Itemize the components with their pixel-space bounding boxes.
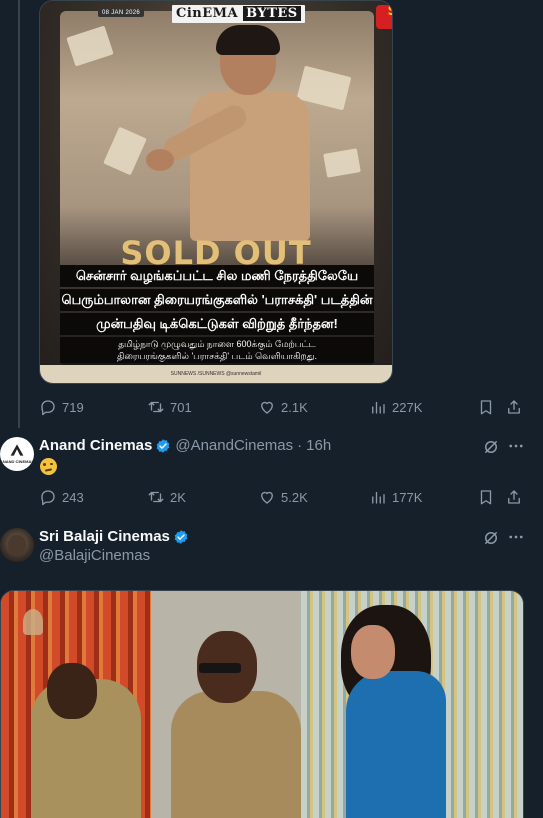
poster-text-line-2: பெரும்பாலான திரையரங்குகளில் 'பராசக்தி' ப… xyxy=(60,289,374,311)
author-name[interactable]: Anand Cinemas xyxy=(39,437,152,454)
tweet-image-movie-still[interactable] xyxy=(0,590,524,818)
sunglasses xyxy=(199,663,241,673)
tweet-actions: 719 701 2.1K 227K xyxy=(39,397,529,417)
avatar-text: ANAND CINEMAS xyxy=(0,459,34,464)
watermark-logo xyxy=(23,609,43,635)
verified-badge-icon xyxy=(174,529,188,544)
anand-logo-icon xyxy=(10,444,24,456)
avatar-face xyxy=(8,535,26,555)
views-button[interactable]: 177K xyxy=(369,488,422,506)
actor-left-head xyxy=(47,663,97,719)
share-icon xyxy=(508,400,520,414)
heart-icon xyxy=(261,491,273,504)
actress-face xyxy=(351,625,395,679)
raised-eyebrow-emoji-icon xyxy=(40,458,57,475)
views-count: 227K xyxy=(392,399,423,415)
reply-button[interactable]: 243 xyxy=(39,488,84,506)
bookmark-icon xyxy=(480,400,492,415)
author-name[interactable]: Sri Balaji Cinemas xyxy=(39,528,170,545)
sun-news-logo: SUN NEWS xyxy=(376,5,392,29)
tweet-time[interactable]: 16h xyxy=(306,437,331,454)
tweet-header: Anand Cinemas @AnandCinemas · 16h xyxy=(39,437,331,454)
like-count: 5.2K xyxy=(281,489,308,505)
grok-icon[interactable] xyxy=(482,438,500,456)
actress-saree xyxy=(346,671,446,818)
share-button[interactable] xyxy=(505,398,523,416)
retweet-button[interactable]: 701 xyxy=(147,398,192,416)
bookmark-icon xyxy=(480,490,492,505)
actor-center xyxy=(171,691,301,818)
more-options-icon[interactable] xyxy=(507,528,525,546)
tweet-actions: 243 2K 5.2K 177K xyxy=(39,487,529,507)
like-button[interactable]: 5.2K xyxy=(258,488,308,506)
retweet-icon xyxy=(148,401,164,413)
reply-count: 719 xyxy=(62,399,84,415)
poster-text-line-3: முன்பதிவு டிக்கெட்டுகள் விற்றுத் தீர்ந்த… xyxy=(60,313,374,335)
retweet-button[interactable]: 2K xyxy=(147,488,186,506)
flying-paper xyxy=(103,126,147,176)
reply-count: 243 xyxy=(62,489,84,505)
reply-button[interactable]: 719 xyxy=(39,398,84,416)
author-handle[interactable]: @AnandCinemas xyxy=(175,437,293,454)
poster-text-line-4: தமிழ்நாடு முழுவதும் நாளை 600க்கும் மேற்ப… xyxy=(60,337,374,363)
bookmark-button[interactable] xyxy=(477,398,495,416)
verified-badge-icon xyxy=(157,438,170,453)
share-button[interactable] xyxy=(505,488,523,506)
views-count: 177K xyxy=(392,489,423,505)
views-button[interactable]: 227K xyxy=(369,398,422,416)
reply-icon xyxy=(41,490,55,506)
poster-footer: SUNNEWS /SUNNEWS @sunnewstamil xyxy=(40,365,392,383)
views-icon xyxy=(372,401,385,414)
retweet-count: 701 xyxy=(170,399,192,415)
tweet-image-poster[interactable]: 08 JAN 2026 CinEMA BYTES SUN NEWS SOLD O… xyxy=(39,0,393,384)
like-button[interactable]: 2.1K xyxy=(258,398,308,416)
reply-icon xyxy=(41,400,55,416)
flying-paper xyxy=(323,148,361,178)
date-badge: 08 JAN 2026 xyxy=(98,9,144,17)
author-handle[interactable]: @BalajiCinemas xyxy=(39,547,150,564)
bookmark-button[interactable] xyxy=(477,488,495,506)
flying-paper xyxy=(66,25,114,67)
cinema-bytes-logo: CinEMA BYTES xyxy=(172,5,305,23)
poster-text-line-1: சென்சார் வழங்கப்பட்ட சில மணி நேரத்திலேயே xyxy=(60,265,374,287)
share-icon xyxy=(508,490,520,504)
avatar-sri-balaji-cinemas[interactable] xyxy=(0,528,34,562)
retweet-count: 2K xyxy=(170,489,186,505)
grok-icon[interactable] xyxy=(482,529,500,547)
heart-icon xyxy=(261,401,273,414)
like-count: 2.1K xyxy=(281,399,308,415)
more-options-icon[interactable] xyxy=(507,437,525,455)
tweet-header: Sri Balaji Cinemas xyxy=(39,528,189,545)
separator-dot: · xyxy=(297,437,303,454)
views-icon xyxy=(372,491,385,504)
avatar-anand-cinemas[interactable]: ANAND CINEMAS xyxy=(0,437,34,471)
retweet-icon xyxy=(148,491,164,503)
actor-figure xyxy=(146,25,320,244)
thread-line xyxy=(18,0,20,428)
